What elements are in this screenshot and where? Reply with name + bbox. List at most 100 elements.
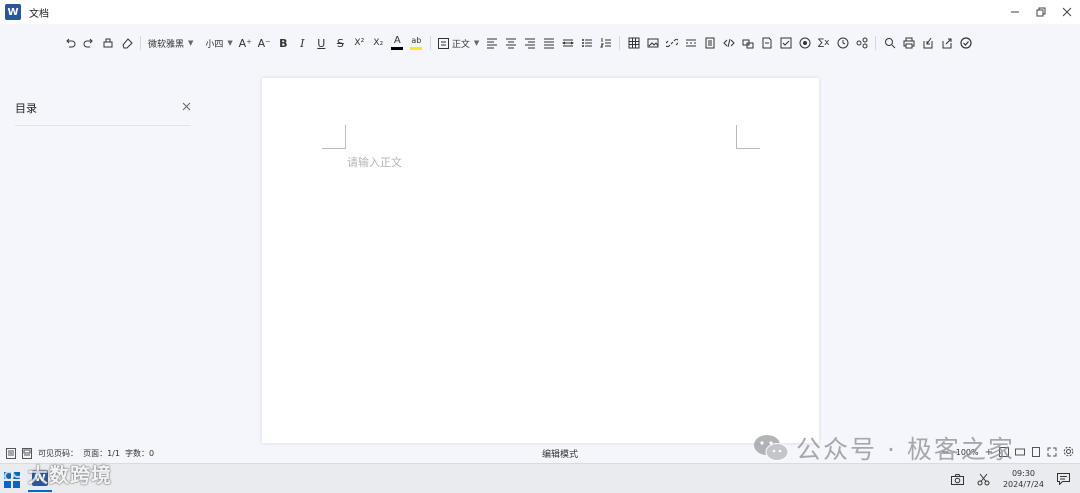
bullet-list-button[interactable] — [577, 33, 596, 53]
screenshot-tray-button[interactable] — [951, 472, 965, 486]
toc-close-button[interactable] — [182, 100, 191, 114]
page-mode-icon — [21, 447, 32, 459]
increase-font-button[interactable]: A⁺ — [236, 33, 255, 53]
redo-button[interactable] — [79, 33, 98, 53]
bold-button[interactable]: B — [274, 33, 293, 53]
format-painter-button[interactable] — [98, 33, 117, 53]
justify-button[interactable] — [539, 33, 558, 53]
toolbar-separator — [619, 36, 621, 50]
undo-icon — [65, 38, 75, 48]
format-painter-icon — [103, 38, 112, 48]
radio-button[interactable] — [795, 33, 814, 53]
highlight-icon: ab — [411, 36, 422, 45]
search-icon — [884, 38, 896, 49]
document-page[interactable]: 请输入正文 — [262, 78, 819, 443]
page-mode-button[interactable] — [21, 447, 32, 459]
image-icon — [647, 38, 659, 48]
align-right-button[interactable] — [520, 33, 539, 53]
minimize-button[interactable] — [1002, 0, 1028, 24]
line-spacing-button[interactable] — [558, 33, 577, 53]
watermark-wechat-text: 公众号 · 极客之家 — [796, 435, 1015, 464]
toolbar-separator — [875, 36, 877, 50]
word-app-icon: W — [5, 4, 21, 20]
taskbar-clock[interactable]: 09:30 2024/7/24 — [1003, 468, 1044, 490]
chevron-down-icon: ▼ — [473, 39, 480, 47]
insert-table-button[interactable] — [624, 33, 643, 53]
header-footer-button[interactable] — [757, 33, 776, 53]
control-button[interactable] — [738, 33, 757, 53]
fullscreen-icon — [1047, 447, 1057, 456]
undo-button[interactable] — [60, 33, 79, 53]
underline-button[interactable]: U — [312, 33, 331, 53]
superscript-button[interactable]: X² — [350, 33, 369, 53]
toolbar-separator — [140, 36, 141, 50]
justify-icon — [543, 38, 554, 49]
watermark-wechat: 公众号 · 极客之家 — [752, 430, 1015, 466]
clock-date: 2024/7/24 — [1002, 480, 1044, 489]
wechat-logo-icon — [752, 432, 790, 464]
page-break-button[interactable] — [700, 33, 719, 53]
font-size-value: 小四 — [205, 39, 224, 50]
confirm-button[interactable] — [956, 33, 975, 53]
fullscreen-button[interactable] — [1047, 447, 1057, 459]
font-size-select[interactable]: 小四 ▼ — [202, 33, 235, 53]
align-center-icon — [505, 38, 516, 49]
numbered-list-icon — [599, 38, 611, 48]
gear-icon — [1063, 446, 1074, 457]
edit-mode-label[interactable]: 编辑模式 — [542, 447, 578, 460]
print-button[interactable] — [899, 33, 918, 53]
control-icon — [742, 39, 754, 49]
toc-panel: 目录 — [15, 100, 191, 126]
restore-button[interactable] — [1028, 0, 1054, 24]
table-icon — [628, 37, 640, 49]
strikethrough-button[interactable]: S — [331, 33, 350, 53]
settings-button[interactable] — [1063, 446, 1074, 459]
block-button[interactable] — [852, 33, 871, 53]
bullet-list-icon — [581, 39, 592, 47]
body-placeholder[interactable]: 请输入正文 — [347, 154, 402, 170]
page-info: 可见页码： 页面：1/1 字数：0 — [38, 448, 155, 458]
separator-line-button[interactable] — [681, 33, 700, 53]
font-color-button[interactable]: A — [388, 33, 407, 53]
check-circle-icon — [960, 37, 972, 49]
align-left-button[interactable] — [482, 33, 501, 53]
notifications-button[interactable] — [1056, 472, 1070, 486]
line-spacing-icon — [561, 39, 574, 47]
numbered-list-button[interactable] — [596, 33, 615, 53]
checkbox-button[interactable] — [776, 33, 795, 53]
paragraph-style-select[interactable]: 正文 ▼ — [435, 33, 482, 53]
snip-tray-button[interactable] — [977, 472, 991, 486]
insert-link-button[interactable] — [662, 33, 681, 53]
formatting-toolbar: 微软雅黑 ▼ 小四 ▼ A⁺ A⁻ B I U S X² X₂ A ab 正文 ▼ ∑… — [60, 33, 975, 53]
italic-button[interactable]: I — [293, 33, 312, 53]
insert-image-button[interactable] — [643, 33, 662, 53]
camera-icon — [951, 473, 965, 485]
paper-icon — [1032, 446, 1040, 457]
import-button[interactable] — [918, 33, 937, 53]
decrease-font-button[interactable]: A⁻ — [255, 33, 274, 53]
margin-corner-top-left — [322, 125, 346, 149]
window-title: 文档 — [29, 8, 49, 20]
formula-button[interactable]: ∑x — [814, 33, 833, 53]
search-button[interactable] — [880, 33, 899, 53]
paragraph-style-icon — [437, 37, 449, 49]
font-family-value: 微软雅黑 — [148, 39, 185, 50]
restore-icon — [1036, 7, 1046, 17]
align-center-button[interactable] — [501, 33, 520, 53]
date-button[interactable] — [833, 33, 852, 53]
code-block-button[interactable] — [719, 33, 738, 53]
font-color-swatch — [391, 47, 404, 50]
font-family-select[interactable]: 微软雅黑 ▼ — [145, 33, 196, 53]
printer-icon — [903, 37, 915, 49]
clear-format-button[interactable] — [117, 33, 136, 53]
align-right-icon — [524, 38, 535, 49]
export-button[interactable] — [937, 33, 956, 53]
chevron-down-icon: ▼ — [188, 39, 194, 47]
subscript-button[interactable]: X₂ — [369, 33, 388, 53]
highlight-button[interactable]: ab — [407, 33, 426, 53]
close-button[interactable] — [1054, 0, 1080, 24]
paper-button[interactable] — [1031, 446, 1041, 459]
page-view-button[interactable] — [5, 447, 16, 459]
fit-width-button[interactable] — [1015, 447, 1025, 459]
fit-width-icon — [1015, 448, 1025, 455]
